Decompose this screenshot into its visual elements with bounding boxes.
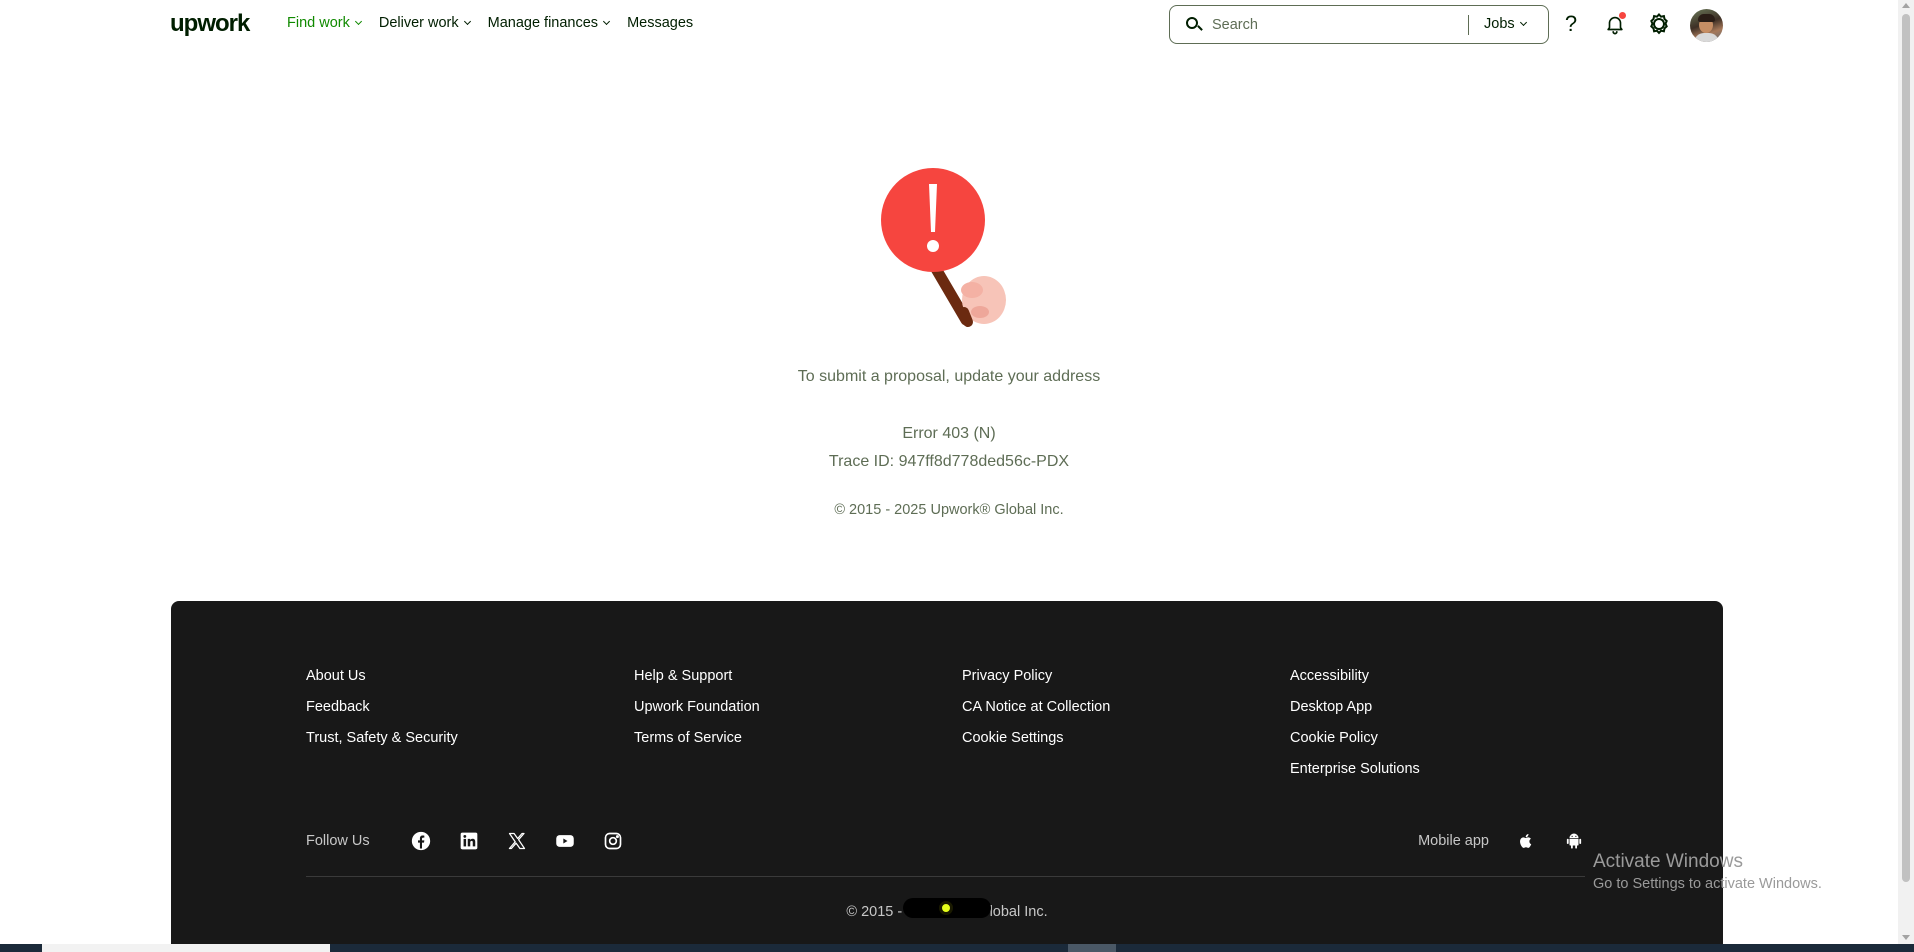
search-scope-dropdown[interactable]: Jobs (1484, 16, 1527, 32)
android-icon[interactable] (1563, 830, 1585, 852)
cursor-highlight (939, 901, 953, 915)
search-scope-label: Jobs (1484, 16, 1515, 32)
footer-link-privacy[interactable]: Privacy Policy (962, 667, 1290, 698)
site-footer: About Us Feedback Trust, Safety & Securi… (171, 601, 1723, 952)
nav-messages-label: Messages (627, 15, 694, 31)
footer-link-enterprise[interactable]: Enterprise Solutions (1290, 760, 1618, 791)
nav-deliver-work[interactable]: Deliver work (378, 15, 471, 31)
scroll-down-arrow-icon[interactable] (1902, 935, 1910, 940)
footer-column-2: Help & Support Upwork Foundation Terms o… (634, 667, 962, 791)
youtube-icon[interactable] (554, 830, 576, 852)
search-input[interactable] (1212, 16, 1462, 33)
activate-windows-watermark: Activate Windows Go to Settings to activ… (1593, 851, 1822, 892)
instagram-icon[interactable] (602, 830, 624, 852)
footer-link-about-us[interactable]: About Us (306, 667, 634, 698)
mobile-app: Mobile app (1418, 830, 1585, 852)
chevron-down-icon (1519, 18, 1527, 27)
facebook-icon[interactable] (410, 830, 432, 852)
footer-divider (306, 876, 1585, 877)
footer-column-1: About Us Feedback Trust, Safety & Securi… (306, 667, 634, 791)
error-message: To submit a proposal, update your addres… (797, 368, 1101, 385)
footer-link-trust-safety[interactable]: Trust, Safety & Security (306, 729, 634, 760)
chevron-down-icon (354, 17, 362, 26)
scroll-thumb[interactable] (1902, 14, 1910, 882)
chevron-down-icon (463, 17, 471, 26)
footer-link-cookie-policy[interactable]: Cookie Policy (1290, 729, 1618, 760)
footer-link-terms[interactable]: Terms of Service (634, 729, 962, 760)
nav-messages[interactable]: Messages (627, 15, 693, 31)
vertical-scrollbar[interactable] (1898, 0, 1914, 952)
nav-find-work-label: Find work (287, 15, 350, 31)
mobile-app-label: Mobile app (1418, 833, 1489, 849)
nav-find-work[interactable]: Find work (287, 15, 362, 31)
watermark-subtitle: Go to Settings to activate Windows. (1593, 876, 1822, 892)
notification-dot (1619, 12, 1626, 19)
user-avatar[interactable] (1690, 9, 1723, 42)
nav-deliver-work-label: Deliver work (378, 15, 459, 31)
nav-manage-finances[interactable]: Manage finances (487, 15, 611, 31)
footer-link-help-support[interactable]: Help & Support (634, 667, 962, 698)
main-nav: Find work Deliver work Manage finances M… (287, 15, 711, 31)
error-code: Error 403 (N) (902, 425, 996, 442)
settings-gear-icon[interactable] (1646, 11, 1672, 37)
footer-link-upwork-foundation[interactable]: Upwork Foundation (634, 698, 962, 729)
scroll-up-arrow-icon[interactable] (1902, 3, 1910, 8)
linkedin-icon[interactable] (458, 830, 480, 852)
chevron-down-icon (603, 17, 611, 26)
top-header: upwork Find work Deliver work Manage fin… (0, 0, 1898, 50)
footer-link-feedback[interactable]: Feedback (306, 698, 634, 729)
taskbar-item[interactable] (1068, 944, 1116, 952)
search-bar: Jobs (1169, 5, 1549, 44)
trace-id: Trace ID: 947ff8d778ded56c-PDX (828, 453, 1070, 470)
footer-column-3: Privacy Policy CA Notice at Collection C… (962, 667, 1290, 791)
nav-manage-finances-label: Manage finances (487, 15, 599, 31)
follow-us: Follow Us (306, 830, 624, 852)
error-sign-illustration (868, 162, 1018, 337)
follow-us-label: Follow Us (306, 833, 370, 849)
footer-link-columns: About Us Feedback Trust, Safety & Securi… (306, 667, 1618, 791)
upwork-logo[interactable]: upwork (170, 10, 250, 38)
taskbar-item[interactable] (42, 944, 330, 952)
help-icon[interactable]: ? (1558, 11, 1584, 37)
footer-link-cookie-settings[interactable]: Cookie Settings (962, 729, 1290, 760)
notifications-bell-icon[interactable] (1602, 11, 1628, 37)
search-icon (1186, 16, 1203, 33)
os-taskbar (0, 944, 1914, 952)
apple-icon[interactable] (1515, 830, 1537, 852)
footer-link-accessibility[interactable]: Accessibility (1290, 667, 1618, 698)
x-icon[interactable] (506, 830, 528, 852)
watermark-title: Activate Windows (1593, 851, 1743, 872)
footer-link-ca-notice[interactable]: CA Notice at Collection (962, 698, 1290, 729)
error-copyright: © 2015 - 2025 Upwork® Global Inc. (834, 502, 1064, 518)
footer-link-desktop-app[interactable]: Desktop App (1290, 698, 1618, 729)
search-divider (1468, 15, 1469, 35)
footer-column-4: Accessibility Desktop App Cookie Policy … (1290, 667, 1618, 791)
